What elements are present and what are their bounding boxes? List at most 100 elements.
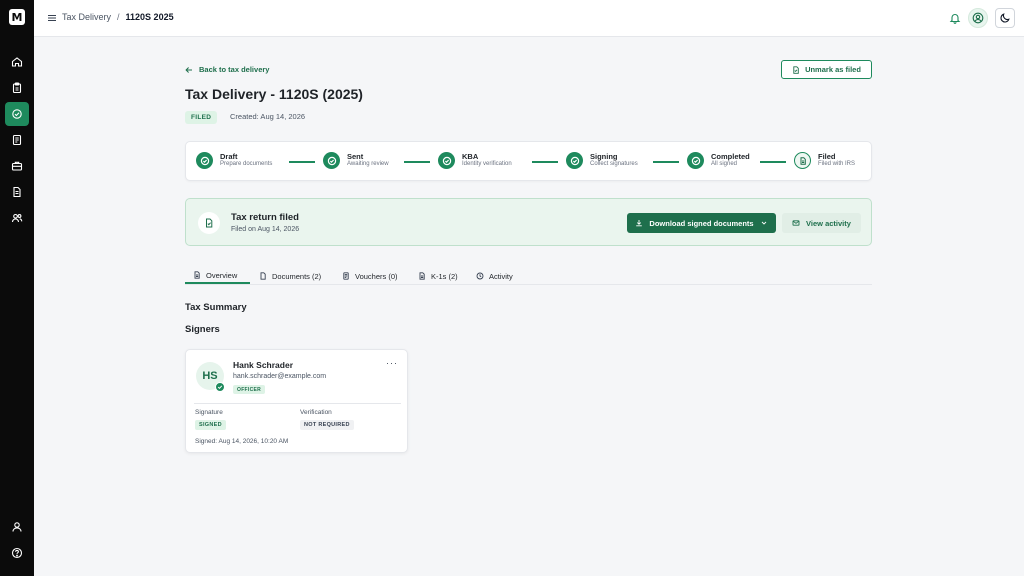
signer-name: Hank Schrader [233,360,293,370]
briefcase-icon [11,161,23,171]
sidebar-item-clipboard[interactable] [5,76,29,100]
tab-k1s[interactable]: K-1s (2) [418,268,458,284]
step-check-icon [323,152,340,169]
chevron-down-icon [761,221,766,225]
step-label: Draft [220,151,238,161]
sidebar-item-help[interactable] [5,541,29,565]
tab-overview[interactable]: Overview [185,268,250,284]
unmark-as-filed-label: Unmark as filed [805,65,861,74]
step-check-icon [687,152,704,169]
account-button[interactable] [968,8,988,28]
topbar: Tax Delivery / 1120S 2025 [34,0,1024,37]
verification-status-badge: NOT REQUIRED [300,420,354,430]
sidebar-item-reports[interactable] [5,180,29,204]
tab-label: Vouchers (0) [355,271,398,281]
verification-label: Verification [300,409,332,416]
document-list-icon [12,134,22,146]
download-label: Download signed documents [649,218,754,228]
tab-label: Documents (2) [272,271,322,281]
signer-role-badge: OFFICER [233,385,266,394]
step-draft: Draft Prepare documents [196,152,272,169]
brand-logo-text: M [11,10,23,24]
step-filed: Filed Filed with IRS [794,152,855,169]
created-date: Created: Aug 14, 2026 [230,112,306,121]
step-label: Signing [590,151,618,161]
banner-title: Tax return filed [231,212,299,223]
more-options-button[interactable]: ··· [386,358,398,368]
user-icon [12,522,22,532]
step-connector [760,161,786,163]
divider [194,403,401,404]
step-connector [289,161,315,163]
step-sublabel: All signed [711,161,738,168]
breadcrumb: Tax Delivery / 1120S 2025 [62,12,174,22]
sidebar-item-profile[interactable] [5,515,29,539]
progress-stepper: Draft Prepare documents Sent Awaiting revi… [185,141,872,181]
back-link[interactable]: Back to tax delivery [185,65,269,74]
signed-timestamp: Signed: Aug 14, 2026, 10:20 AM [195,438,289,445]
step-check-icon [196,152,213,169]
breadcrumb-tax-delivery[interactable]: Tax Delivery [62,12,111,22]
sidebar: M [0,0,34,576]
check-icon [215,382,225,392]
tax-summary-heading: Tax Summary [185,302,247,313]
breadcrumb-separator: / [117,12,120,22]
view-activity-button[interactable]: View activity [782,213,861,233]
check-badge-icon [12,109,22,119]
signature-status-badge: SIGNED [195,420,226,430]
download-signed-documents-button[interactable]: Download signed documents [627,213,776,233]
download-icon [636,220,643,227]
menu-icon[interactable] [47,13,57,23]
mail-icon [792,220,800,226]
step-signing: Signing Collect signatures [566,152,638,169]
tab-vouchers[interactable]: Vouchers (0) [342,268,398,284]
file-text-icon [13,186,21,198]
step-sublabel: Collect signatures [590,161,638,168]
document-icon [194,271,200,279]
file-icon [794,152,811,169]
sidebar-item-documents[interactable] [5,128,29,152]
bell-icon [949,14,961,24]
theme-toggle-button[interactable] [995,8,1015,28]
step-kba: KBA Identity verification [438,152,512,169]
signers-heading: Signers [185,324,220,335]
step-label: KBA [462,151,479,161]
step-completed: Completed All signed [687,152,750,169]
document-check-icon [198,212,220,234]
brand-logo[interactable]: M [9,9,25,25]
sidebar-item-users[interactable] [5,206,29,230]
notifications-button[interactable] [945,8,965,28]
tab-label: Overview [206,270,238,280]
file-icon [260,272,266,280]
document-check-icon [793,65,799,74]
step-sublabel: Awaiting review [347,161,389,168]
tab-label: K-1s (2) [431,271,458,281]
tab-label: Activity [489,271,513,281]
step-label: Filed [818,151,836,161]
sidebar-item-briefcase[interactable] [5,154,29,178]
filed-banner: Tax return filed Filed on Aug 14, 2026 D… [185,198,872,246]
back-link-label: Back to tax delivery [199,65,270,74]
help-icon [11,547,23,559]
status-badge: FILED [185,111,218,124]
signer-card: HS Hank Schrader hank.schrader@example.c… [185,349,408,453]
step-connector [653,161,679,163]
view-activity-label: View activity [806,218,851,228]
step-check-icon [566,152,583,169]
signature-label: Signature [195,409,223,416]
clock-icon [476,272,484,280]
step-label: Sent [347,151,364,161]
signer-email: hank.schrader@example.com [233,373,327,380]
sidebar-item-home[interactable] [5,50,29,74]
tab-activity[interactable]: Activity [476,268,513,284]
moon-icon [1000,13,1010,23]
tab-documents[interactable]: Documents (2) [259,268,321,284]
receipt-icon [343,272,349,280]
step-check-icon [438,152,455,169]
home-icon [11,57,23,67]
step-sublabel: Identity verification [462,161,512,168]
sidebar-item-tax-delivery[interactable] [5,102,29,126]
page-title: Tax Delivery - 1120S (2025) [185,86,363,102]
step-sublabel: Filed with IRS [818,161,856,168]
unmark-as-filed-button[interactable]: Unmark as filed [781,60,872,79]
